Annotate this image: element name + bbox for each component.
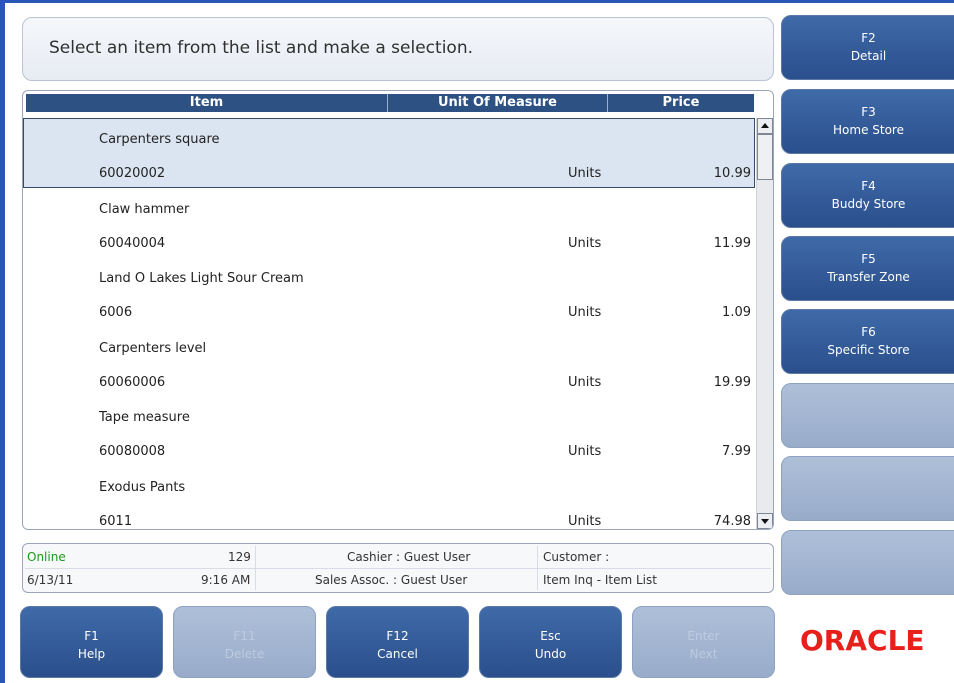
esc-undo-button[interactable]: Esc Undo [479, 606, 622, 678]
button-key: F11 [233, 629, 256, 643]
item-code: 6006 [99, 305, 133, 320]
button-key: F6 [861, 325, 876, 339]
status-date: 6/13/11 [27, 573, 74, 587]
item-name: Land O Lakes Light Sour Cream [99, 271, 304, 286]
scroll-up-button[interactable] [757, 118, 773, 134]
item-uom: Units [568, 444, 602, 459]
online-status: Online [27, 550, 66, 564]
button-key: F4 [861, 179, 876, 193]
item-uom: Units [568, 374, 602, 390]
list-scrollbar[interactable] [756, 118, 773, 529]
button-key: Esc [540, 629, 561, 643]
status-time: 9:16 AM [201, 573, 251, 587]
item-list-panel: Item Unit Of Measure Price Carpenters sq… [22, 90, 774, 530]
item-price: 74.98 [713, 513, 751, 529]
button-label: Delete [224, 647, 265, 661]
list-item[interactable]: Claw hammer 60040004 Units 11.99 [23, 188, 755, 258]
item-code: 60060006 [99, 374, 166, 390]
button-label: Detail [850, 49, 887, 63]
item-code: 60080008 [99, 444, 166, 459]
cashier-label: Cashier : Guest User [347, 550, 471, 564]
f3-home-store-button[interactable]: F3 Home Store [781, 89, 954, 154]
item-name: Carpenters square [99, 132, 220, 147]
item-code: 60040004 [99, 235, 166, 251]
item-price: 7.99 [722, 444, 751, 459]
item-code: 60020002 [99, 166, 166, 181]
button-label: Cancel [377, 647, 418, 661]
button-label: Next [689, 647, 718, 661]
item-price: 11.99 [713, 235, 751, 251]
list-item[interactable]: Land O Lakes Light Sour Cream 6006 Units… [23, 257, 755, 327]
item-name: Claw hammer [99, 201, 190, 217]
prompt-text: Select an item from the list and make a … [49, 38, 473, 58]
list-item[interactable]: Tape measure 60080008 Units 7.99 [23, 396, 755, 466]
item-uom: Units [568, 235, 602, 251]
status-divider [255, 546, 256, 590]
item-code: 6011 [99, 513, 133, 529]
screen-name: Item Inq - Item List [543, 573, 657, 587]
enter-next-button: Enter Next [632, 606, 775, 678]
button-label: Help [77, 647, 106, 661]
list-item[interactable]: Carpenters square 60020002 Units 10.99 [23, 118, 755, 188]
window-top-edge [0, 0, 954, 3]
item-uom: Units [568, 166, 602, 181]
item-name: Exodus Pants [99, 479, 186, 495]
scroll-down-button[interactable] [757, 513, 773, 529]
list-item[interactable]: Exodus Pants 6011 Units 74.98 [23, 466, 755, 530]
item-price: 10.99 [713, 166, 751, 181]
item-price: 1.09 [722, 305, 751, 320]
list-item[interactable]: Carpenters level 60060006 Units 19.99 [23, 327, 755, 397]
button-label: Home Store [833, 123, 904, 137]
item-uom: Units [568, 305, 602, 320]
button-label: Undo [534, 647, 567, 661]
list-header: Item Unit Of Measure Price [26, 94, 754, 112]
button-key: F5 [861, 252, 876, 266]
button-key: Enter [687, 629, 720, 643]
column-header-unit-of-measure[interactable]: Unit Of Measure [388, 94, 608, 112]
oracle-logo: ORACLE [800, 624, 925, 657]
item-name: Carpenters level [99, 340, 207, 356]
button-key: F12 [386, 629, 409, 643]
status-bar: Online 129 Cashier : Guest User Customer… [22, 543, 774, 593]
button-key: F3 [861, 105, 876, 119]
f12-cancel-button[interactable]: F12 Cancel [326, 606, 469, 678]
item-uom: Units [568, 513, 602, 529]
status-divider [537, 546, 538, 590]
sales-assoc-label: Sales Assoc. : Guest User [315, 573, 468, 587]
f4-buddy-store-button[interactable]: F4 Buddy Store [781, 163, 954, 228]
arrow-up-icon [761, 123, 769, 128]
prompt-box: Select an item from the list and make a … [22, 17, 774, 81]
empty-side-button [781, 530, 954, 595]
f11-delete-button: F11 Delete [173, 606, 316, 678]
empty-side-button [781, 456, 954, 521]
button-label: Specific Store [827, 343, 910, 357]
window-left-edge [0, 0, 5, 683]
empty-side-button [781, 383, 954, 448]
customer-label: Customer : [543, 550, 610, 564]
column-header-item[interactable]: Item [26, 94, 388, 112]
item-price: 19.99 [713, 374, 751, 390]
scroll-thumb[interactable] [757, 134, 773, 180]
status-divider [25, 568, 771, 569]
f6-specific-store-button[interactable]: F6 Specific Store [781, 309, 954, 374]
item-name: Tape measure [99, 410, 190, 425]
button-label: Buddy Store [831, 197, 906, 211]
arrow-down-icon [761, 519, 769, 524]
column-header-price[interactable]: Price [608, 94, 754, 112]
button-key: F2 [861, 31, 876, 45]
button-label: Transfer Zone [827, 270, 910, 284]
f2-detail-button[interactable]: F2 Detail [781, 15, 954, 80]
button-key: F1 [84, 629, 99, 643]
item-list-rows: Carpenters square 60020002 Units 10.99 C… [23, 118, 755, 530]
f1-help-button[interactable]: F1 Help [20, 606, 163, 678]
register-number: 129 [228, 550, 251, 564]
f5-transfer-zone-button[interactable]: F5 Transfer Zone [781, 236, 954, 301]
